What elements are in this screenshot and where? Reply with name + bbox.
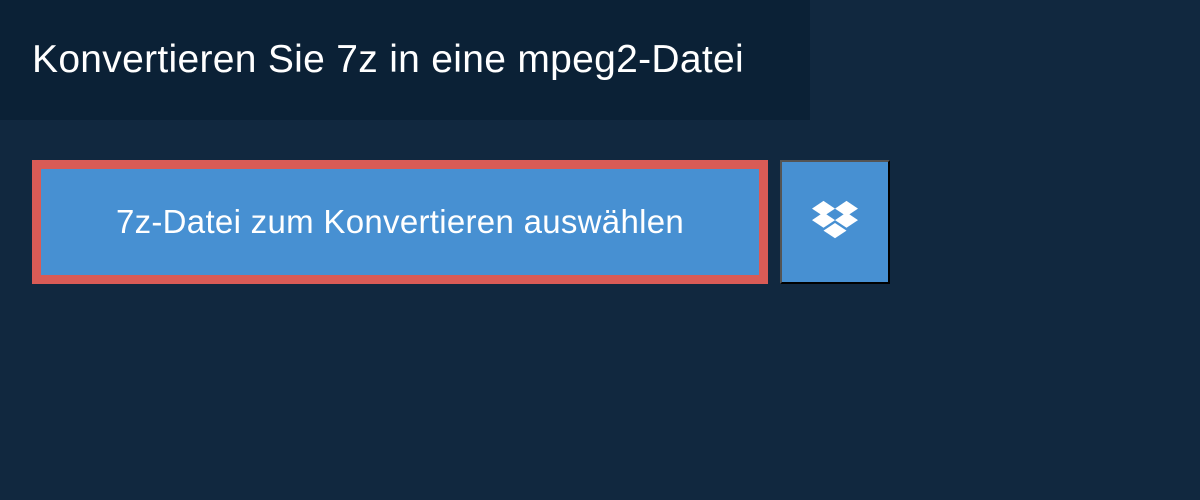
- page-title: Konvertieren Sie 7z in eine mpeg2-Datei: [32, 38, 778, 82]
- dropbox-icon: [812, 200, 858, 244]
- button-row: 7z-Datei zum Konvertieren auswählen: [0, 120, 922, 324]
- dropbox-button[interactable]: [780, 160, 890, 284]
- header-bar: Konvertieren Sie 7z in eine mpeg2-Datei: [0, 0, 810, 120]
- select-file-button[interactable]: 7z-Datei zum Konvertieren auswählen: [32, 160, 768, 284]
